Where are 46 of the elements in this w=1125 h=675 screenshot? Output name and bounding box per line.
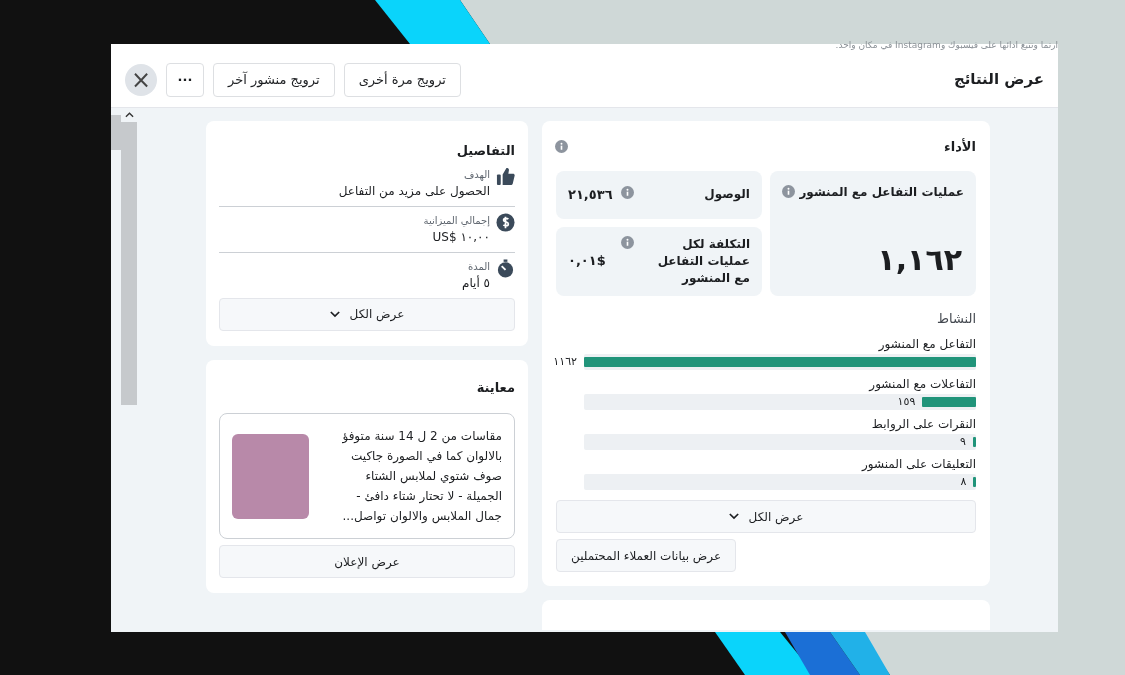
info-icon bbox=[782, 184, 795, 198]
detail-label: الهدف bbox=[462, 167, 490, 182]
section-title: النشاط bbox=[935, 309, 976, 328]
dollar-icon bbox=[496, 212, 515, 232]
close-button[interactable]: × bbox=[125, 63, 157, 96]
more-button[interactable]: ··· bbox=[166, 62, 204, 97]
activity-label: التفاعل مع المنشور bbox=[877, 336, 976, 352]
dialog-title: عرض النتائج bbox=[953, 69, 1044, 91]
info-icon bbox=[621, 235, 634, 249]
activity-value: ٩ bbox=[960, 434, 966, 450]
card-title: التفاصيل bbox=[455, 142, 515, 160]
promote-button[interactable]: ترويج مرة أخرى bbox=[343, 62, 461, 97]
card-title: الأداء bbox=[944, 137, 976, 156]
leads-button[interactable]: عرض بيانات العملاء المحتملين bbox=[556, 539, 737, 572]
card-title: معاينة bbox=[475, 378, 515, 397]
view-ad-button[interactable]: عرض الإعلان bbox=[219, 545, 515, 578]
detail-value: ١٠,٠٠ $US bbox=[431, 228, 490, 246]
detail-label: المدة bbox=[466, 259, 490, 274]
activity-value: ١١٦٢ bbox=[553, 354, 577, 370]
info-icon bbox=[621, 186, 634, 199]
promote-button[interactable]: ترويج منشور آخر bbox=[213, 62, 335, 97]
metric-value: $٠,٠١ bbox=[568, 252, 606, 271]
detail-value: ٥ أيام bbox=[461, 274, 490, 292]
metric-label: التكلفة لكل عمليات التفاعل مع المنشور bbox=[656, 235, 750, 287]
activity-label: التعليقات على المنشور bbox=[860, 456, 976, 472]
ad-text: مقاسات من 2 ل 14 سنة متوفؤ بالالوان كما في الصورة جاكيت صوف شتوي لملابس الشتاء الجميلة - لا تحتار شتاء دافئ - جمال الملابس والالوان تواصل... bbox=[341, 428, 502, 526]
thumbs-up-icon bbox=[496, 166, 515, 186]
metric-value: ١,١٦٢ bbox=[876, 240, 963, 279]
detail-label: إجمالي الميزانية bbox=[423, 213, 490, 228]
chevron-down-icon bbox=[728, 513, 739, 520]
stopwatch-icon bbox=[496, 258, 515, 278]
show-all-button[interactable]: عرض الكل bbox=[219, 297, 515, 331]
activity-value: ١٥٩ bbox=[897, 394, 916, 410]
background-text: ارتما وتتبع ادائها على فيسبوك وInstagram في مكان واحد. bbox=[835, 41, 1058, 52]
info-icon bbox=[555, 140, 568, 154]
metric-label: الوصول bbox=[703, 186, 750, 203]
scrollbar-thumb[interactable] bbox=[121, 122, 137, 405]
metric-label: عمليات التفاعل مع المنشور bbox=[799, 183, 964, 201]
activity-label: النقرات على الروابط bbox=[870, 416, 976, 432]
scrollbar-thumb[interactable] bbox=[111, 115, 121, 150]
activity-value: ٨ bbox=[960, 474, 967, 490]
chevron-down-icon bbox=[329, 310, 340, 318]
detail-value: الحصول على مزيد من التفاعل bbox=[338, 182, 490, 200]
show-all-button[interactable]: عرض الكل bbox=[556, 500, 976, 533]
metric-value: ٢١,٥٣٦ bbox=[568, 185, 613, 204]
activity-label: التفاعلات مع المنشور bbox=[867, 376, 976, 392]
